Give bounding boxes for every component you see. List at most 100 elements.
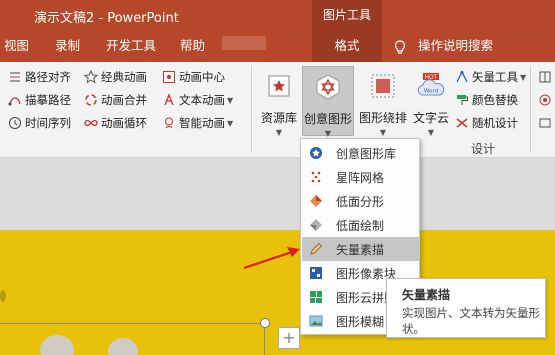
classic-animation-button[interactable]: 经典动画	[84, 67, 147, 87]
collage-icon	[309, 290, 323, 304]
shuffle-icon	[455, 116, 469, 130]
tell-me-search[interactable]: 操作说明搜索	[418, 30, 493, 62]
dot-grid-icon	[309, 170, 323, 184]
path-align-icon	[8, 70, 22, 84]
menu-item-creative-shape-library[interactable]: 创意图形库	[302, 141, 419, 165]
vector-tools-label: 矢量工具	[472, 70, 518, 84]
color-replace-label: 颜色替换	[472, 93, 518, 107]
tab-format[interactable]: 格式	[312, 30, 382, 62]
tab-view[interactable]: 视图	[4, 30, 29, 62]
text-animation-label: 文本动画	[179, 93, 225, 107]
word-cloud-icon: HOTWord	[417, 73, 445, 96]
tab-help[interactable]: 帮助	[180, 30, 205, 62]
vector-tools-button[interactable]: 矢量工具 ▼	[455, 67, 526, 87]
animation-loop-button[interactable]: 动画循环	[84, 113, 147, 133]
word-cloud-button[interactable]: HOT Word 文字云 ▼	[410, 66, 452, 137]
smart-animation-label: 智能动画	[179, 116, 225, 130]
tooltip-description: 实现图片、文本转为矢量形状。	[402, 306, 540, 336]
trace-path-button[interactable]: 描摹路径	[8, 90, 71, 110]
lowpoly-icon	[309, 194, 323, 208]
chevron-down-icon: ▼	[324, 129, 332, 138]
tab-record[interactable]: 录制	[55, 30, 80, 62]
shape-wrap-button[interactable]: 图形绕排 ▼	[356, 66, 410, 137]
ribbon-separator	[530, 66, 531, 152]
chevron-down-icon: ▼	[379, 128, 387, 137]
animation-merge-label: 动画合并	[101, 93, 147, 107]
window-title: 演示文稿2 - PowerPoint	[34, 11, 179, 26]
overflow-command-2[interactable]	[538, 90, 555, 110]
resource-library-label: 资源库	[260, 111, 297, 125]
animation-center-label: 动画中心	[179, 70, 225, 84]
path-align-button[interactable]: 路径对齐	[8, 67, 71, 87]
selection-outline	[0, 323, 268, 324]
resource-library-button[interactable]: 资源库 ▼	[256, 66, 302, 137]
grid-icon	[538, 70, 552, 84]
chevron-down-icon: ▼	[227, 95, 234, 105]
title-bar: 演示文稿2 - PowerPoint 图片工具	[0, 0, 555, 30]
library-icon	[268, 75, 290, 97]
overflow-command-1[interactable]	[538, 67, 555, 87]
trace-path-label: 描摹路径	[25, 93, 71, 107]
menu-item-label: 图形模糊	[336, 314, 385, 329]
color-replace-button[interactable]: 颜色替换	[455, 90, 518, 110]
pencil-icon	[309, 242, 323, 256]
vector-sketch-tooltip: 矢量素描 实现图片、文本转为矢量形状。	[386, 278, 546, 338]
animation-merge-button[interactable]: 动画合并	[84, 90, 147, 110]
trace-path-icon	[8, 93, 22, 107]
menu-item-lowpoly-fractal[interactable]: 低面分形	[302, 189, 419, 213]
menu-item-vector-sketch[interactable]: 矢量素描	[302, 237, 419, 261]
menu-item-label: 矢量素描	[336, 242, 385, 257]
resize-handle[interactable]	[260, 318, 270, 328]
chevron-down-icon: ▼	[520, 72, 527, 82]
target-icon	[538, 93, 552, 107]
animation-center-icon	[162, 70, 176, 84]
menu-item-label: 低面分形	[336, 194, 385, 209]
paint-roller-icon	[455, 93, 469, 107]
time-sequence-label: 时间序列	[25, 116, 71, 130]
random-design-button[interactable]: 随机设计	[455, 113, 518, 133]
smart-animation-icon	[162, 116, 176, 130]
star-icon	[84, 70, 98, 84]
time-sequence-button[interactable]: 时间序列	[8, 113, 71, 133]
lowpoly-draw-icon	[309, 218, 323, 232]
ribbon-separator	[251, 66, 252, 152]
chevron-down-icon: ▼	[227, 118, 234, 128]
shape-wrap-icon	[371, 74, 395, 98]
add-icon[interactable]: +	[278, 327, 300, 349]
text-animation-button[interactable]: 文本动画 ▼	[162, 90, 233, 110]
picture-tools-header: 图片工具	[312, 0, 382, 30]
hexagon-star-icon	[316, 74, 340, 100]
menu-item-star-grid[interactable]: 星阵网格	[302, 165, 419, 189]
pixel-icon	[309, 266, 323, 280]
random-design-label: 随机设计	[472, 116, 518, 130]
ribbon-tab-bar: 视图 录制 开发工具 帮助 格式 操作说明搜索	[0, 30, 555, 62]
chevron-down-icon: ▼	[275, 128, 283, 137]
chevron-down-icon: ▼	[427, 128, 435, 137]
animation-loop-label: 动画循环	[101, 116, 147, 130]
smart-animation-button[interactable]: 智能动画 ▼	[162, 113, 233, 133]
clock-icon	[8, 116, 22, 130]
infinity-icon	[84, 116, 98, 130]
vector-tools-icon	[455, 70, 469, 84]
classic-animation-label: 经典动画	[101, 70, 147, 84]
overflow-command-3[interactable]	[538, 113, 555, 133]
menu-item-label: 低面绘制	[336, 218, 385, 233]
slide-shape[interactable]	[0, 290, 6, 302]
menu-item-label: 星阵网格	[336, 170, 385, 185]
star-badge-icon	[309, 146, 323, 160]
word-cloud-label: 文字云	[412, 111, 449, 125]
annotation-arrow-icon	[243, 247, 300, 270]
path-align-label: 路径对齐	[25, 70, 71, 84]
menu-item-lowpoly-draw[interactable]: 低面绘制	[302, 213, 419, 237]
blur-image-icon	[309, 314, 323, 328]
text-animation-icon	[162, 93, 176, 107]
lightbulb-icon	[394, 40, 406, 54]
design-group-label: 设计	[471, 142, 496, 156]
menu-item-label: 创意图形库	[336, 146, 397, 161]
frame-icon	[538, 116, 552, 130]
tab-developer[interactable]: 开发工具	[106, 30, 156, 62]
tooltip-title: 矢量素描	[402, 288, 451, 302]
obscured-tab	[222, 36, 266, 50]
animation-center-button[interactable]: 动画中心	[162, 67, 225, 87]
creative-shapes-button[interactable]: 创意图形 ▼	[302, 66, 354, 138]
